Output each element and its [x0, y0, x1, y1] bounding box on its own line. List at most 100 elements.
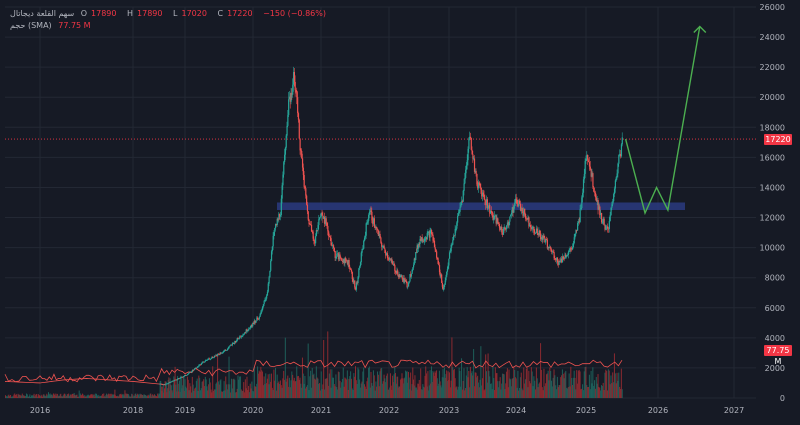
- candle-body: [613, 188, 616, 195]
- candle-body: [617, 163, 619, 174]
- candle-body: [373, 218, 375, 227]
- volume-bar: [601, 386, 603, 398]
- candle-body: [594, 192, 597, 198]
- y-tick-label: 24000: [760, 33, 785, 42]
- y-tick-label: 6000: [765, 304, 785, 313]
- y-tick-label: 12000: [760, 214, 785, 223]
- volume-bar: [617, 380, 619, 398]
- volume-bar: [596, 383, 598, 398]
- candle-body: [584, 160, 586, 174]
- volume-bar: [608, 370, 610, 398]
- open-label: O: [80, 9, 88, 18]
- price-chart[interactable]: 26000 24000 22000 20000 18000 16000 14000 12000…: [0, 0, 800, 425]
- volume-legend: حجم (SMA) 77.75 M: [10, 21, 95, 30]
- volume-bar: [595, 377, 597, 398]
- candle-body: [610, 207, 612, 216]
- candle-body: [363, 240, 365, 249]
- volume-bar: [602, 382, 604, 398]
- candle-body: [415, 252, 417, 261]
- candle-body: [536, 228, 538, 234]
- candle-body: [298, 119, 300, 139]
- candle-body: [587, 154, 589, 161]
- symbol-name: سهم القلعة ديجاتال: [10, 9, 75, 18]
- x-tick-label: 2024: [506, 406, 526, 415]
- candle-body: [307, 211, 309, 220]
- volume-bar: [613, 382, 615, 398]
- candle-body: [193, 369, 195, 371]
- candle-body: [562, 256, 564, 259]
- volume-bar: [620, 368, 622, 398]
- volume-bar: [323, 339, 325, 398]
- candle-body: [592, 173, 594, 187]
- x-tick-label: 2020: [243, 406, 263, 415]
- candle-body: [288, 99, 290, 116]
- volume-bar: [618, 372, 620, 398]
- candle-body: [365, 223, 367, 236]
- candle-body: [612, 201, 614, 205]
- volume-bar: [619, 388, 621, 398]
- chart-root[interactable]: 26000 24000 22000 20000 18000 16000 14000 12000…: [0, 0, 800, 425]
- candle-body: [609, 215, 611, 221]
- volume-bar: [600, 385, 602, 398]
- x-tick-label: 2026: [648, 406, 668, 415]
- candle-body: [579, 209, 581, 223]
- resistance-zone: [277, 202, 685, 211]
- candle-body: [306, 204, 309, 212]
- candle-body: [524, 214, 527, 219]
- volume-bar: [621, 389, 623, 398]
- candle-body: [463, 183, 465, 191]
- candle-body: [583, 173, 585, 180]
- volume-bar: [591, 383, 593, 398]
- high-label: H: [127, 9, 134, 18]
- volume-bar: [605, 369, 607, 398]
- volume-bar: [594, 388, 596, 398]
- candle-body: [616, 173, 618, 178]
- volume-tag: 77.75 M: [764, 345, 792, 366]
- candle-body: [407, 286, 409, 288]
- volume-bar: [597, 374, 599, 398]
- candle-body: [258, 316, 260, 320]
- candle-body: [539, 230, 541, 234]
- volume-value: 77.75 M: [58, 21, 91, 30]
- candle-body: [436, 251, 438, 258]
- change-value: −150 (−0.86%): [263, 9, 326, 18]
- candle-body: [270, 260, 272, 271]
- volume-bar: [611, 383, 613, 398]
- candle-body: [585, 158, 587, 161]
- volume-bar: [607, 390, 609, 398]
- volume-bar: [609, 384, 611, 398]
- candle-body: [589, 166, 591, 170]
- volume-bar: [599, 387, 601, 398]
- candle-body: [315, 236, 317, 244]
- candle-body: [611, 204, 613, 208]
- candle-body: [574, 234, 576, 238]
- ohlc-legend: سهم القلعة ديجاتال O 17890 H 17890 L 17020 …: [10, 9, 330, 18]
- candle-body: [530, 224, 532, 228]
- candle-body: [179, 377, 181, 379]
- volume-bar: [614, 373, 616, 398]
- candle-body: [620, 144, 623, 157]
- volume-bar: [589, 389, 591, 398]
- volume-bar: [590, 370, 592, 398]
- candle-body: [621, 137, 623, 145]
- candle-body: [594, 191, 596, 193]
- close-label: C: [217, 9, 224, 18]
- volume-bar: [588, 386, 590, 398]
- candle-body: [443, 284, 446, 288]
- candle-body: [554, 258, 556, 260]
- y-tick-label: 20000: [760, 93, 785, 102]
- volume-bar: [600, 390, 602, 398]
- candle-body: [294, 81, 296, 91]
- candle-body: [577, 223, 579, 231]
- x-tick-label: 2021: [311, 406, 331, 415]
- y-tick-label: 0: [780, 394, 785, 403]
- volume-bar: [604, 372, 606, 398]
- volume-bar: [592, 367, 594, 398]
- candle-body: [605, 228, 607, 230]
- x-tick-label: 2025: [576, 406, 596, 415]
- candle-body: [572, 243, 575, 248]
- candle-body: [305, 188, 307, 196]
- candle-body: [509, 216, 511, 222]
- volume-bar: [619, 386, 621, 398]
- candle-body: [582, 179, 585, 193]
